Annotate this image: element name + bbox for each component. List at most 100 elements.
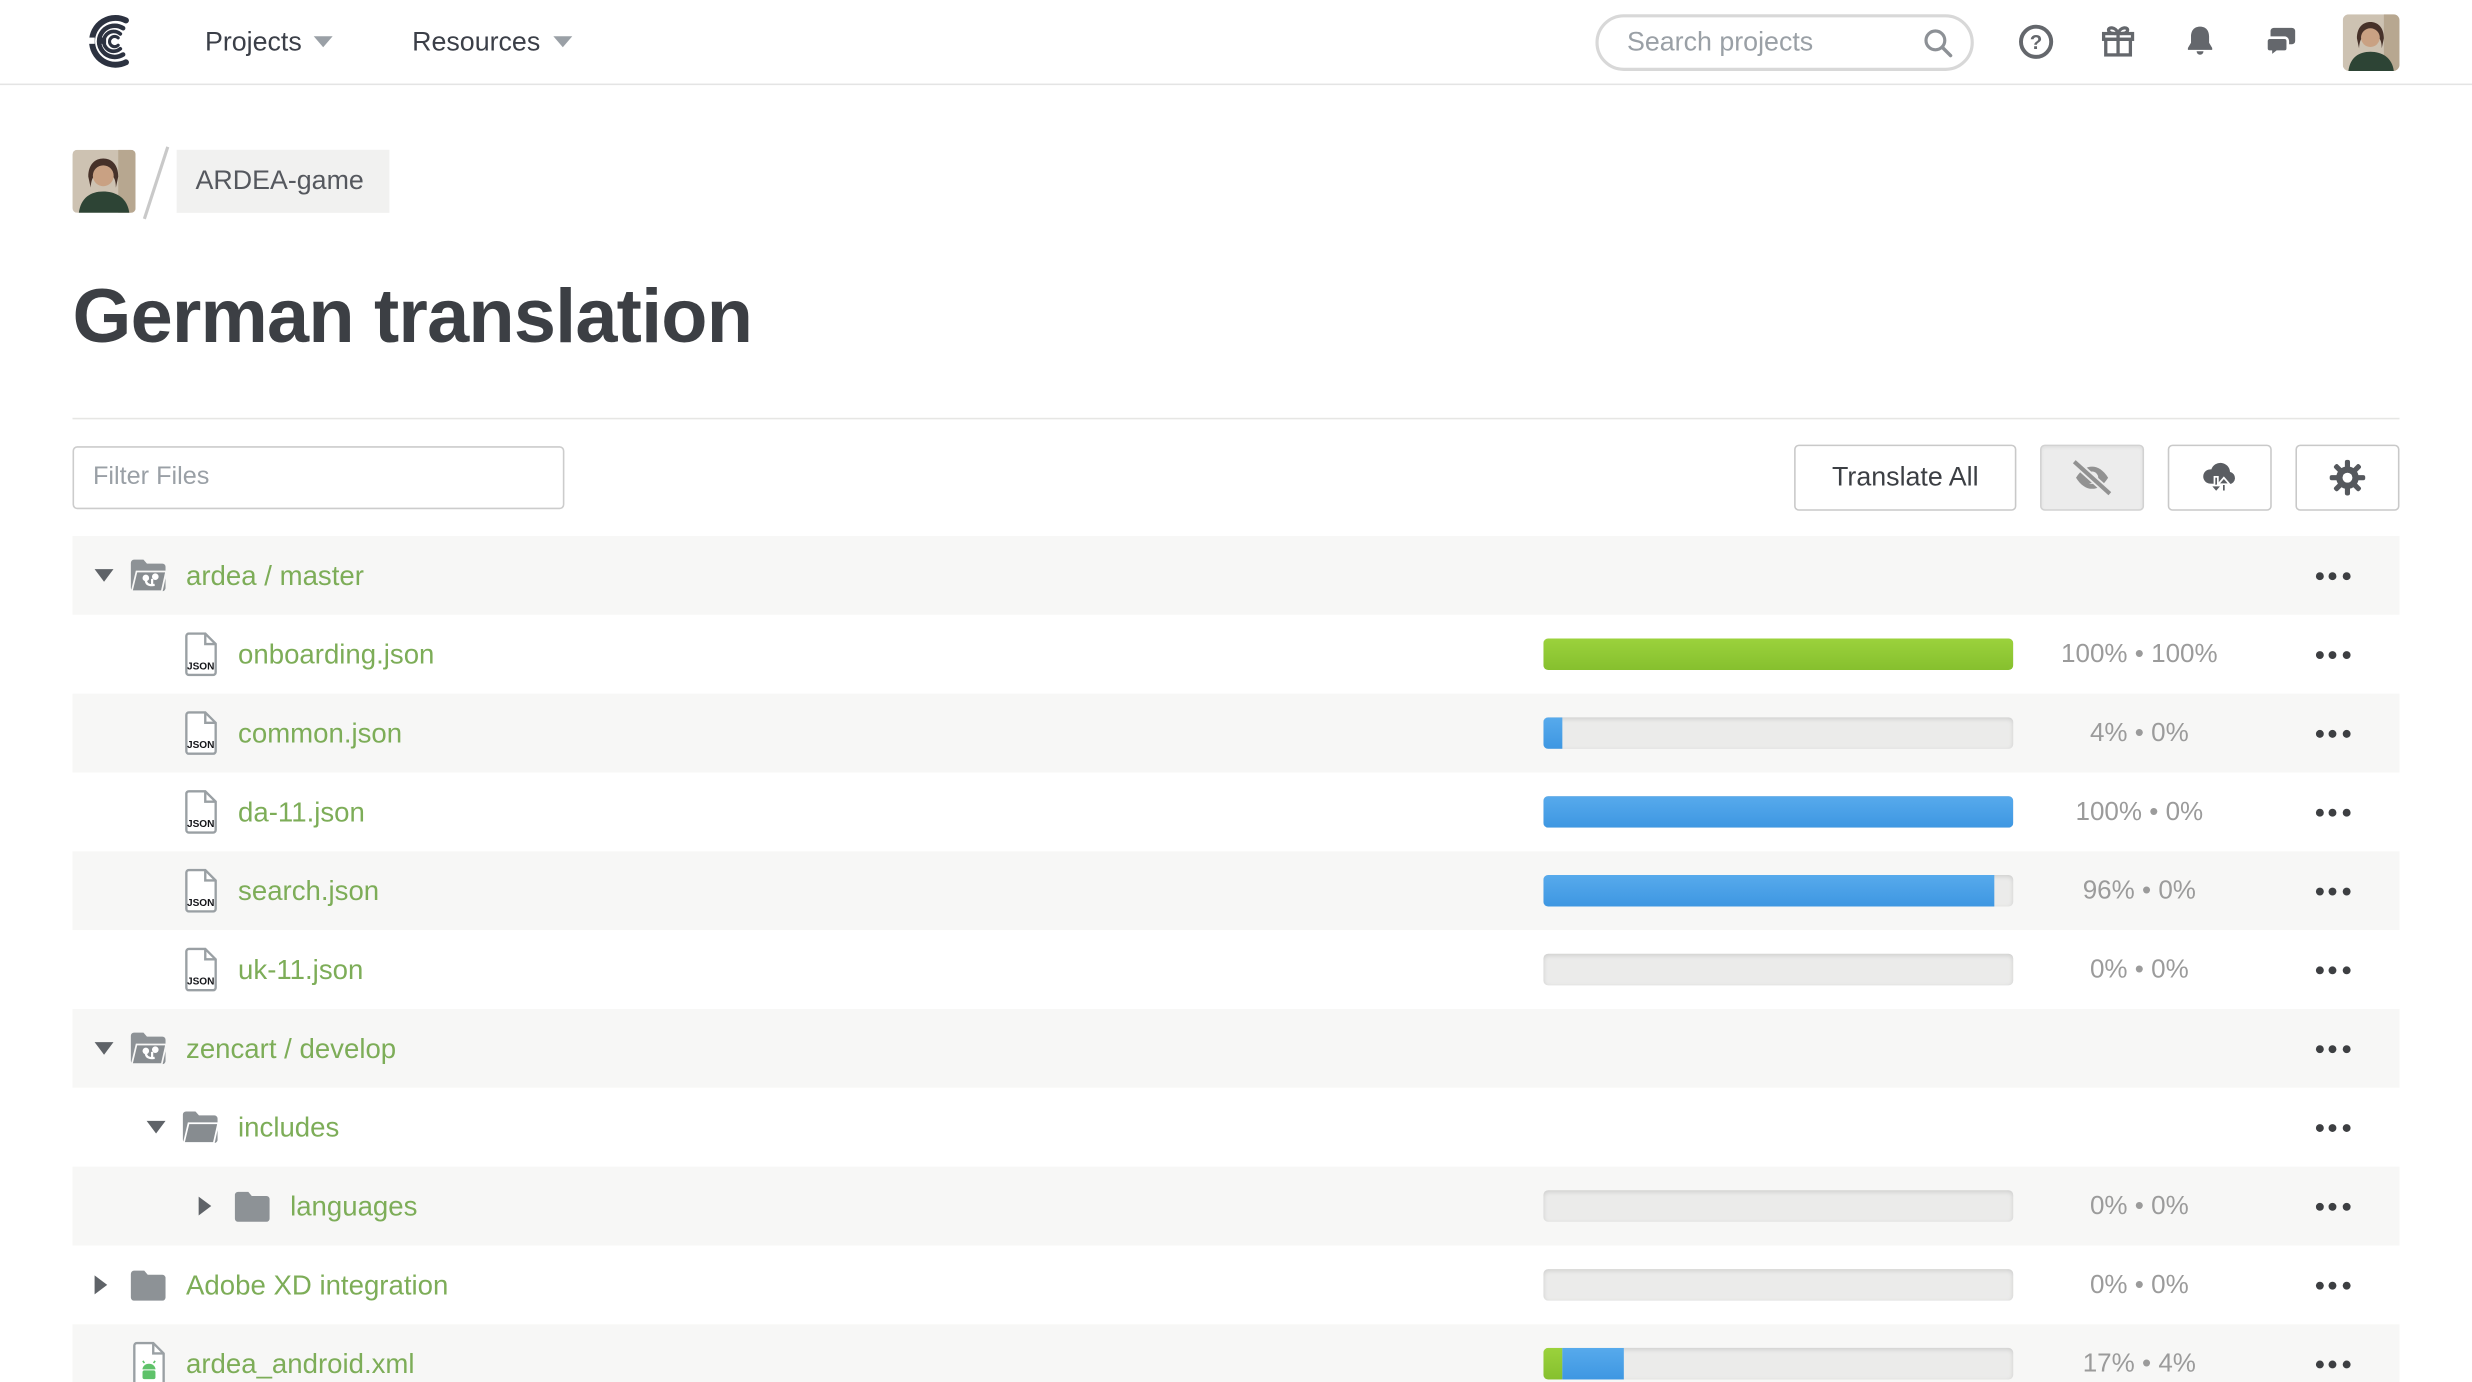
menu-resources[interactable]: Resources [412, 26, 572, 58]
icon-box: JSON [178, 632, 222, 676]
file-name-link[interactable]: languages [290, 1189, 417, 1222]
translated-progress-segment [1543, 717, 1562, 749]
file-name-link[interactable]: search.json [238, 874, 379, 907]
progress-bar [1543, 875, 2013, 907]
row-menu-cell [2265, 1193, 2399, 1220]
caret-collapsed-icon[interactable] [95, 1275, 108, 1294]
ellipsis-menu-button[interactable] [2312, 1114, 2353, 1141]
android-file-icon [130, 1342, 166, 1382]
table-row[interactable]: JSON search.json 96% • 0% [73, 851, 2400, 930]
filter-files-input[interactable] [73, 446, 565, 509]
translate-all-button[interactable]: Translate All [1794, 445, 2016, 511]
icon-box: JSON [178, 947, 222, 991]
row-menu-cell [2265, 641, 2399, 668]
table-row[interactable]: ardea / master [73, 536, 2400, 615]
sync-button[interactable] [2168, 445, 2272, 511]
menu-projects[interactable]: Projects [205, 26, 333, 58]
percent-label: 0% • 0% [2013, 1191, 2265, 1221]
file-name-link[interactable]: includes [238, 1111, 339, 1144]
progress-cell [1543, 796, 2013, 828]
table-row[interactable]: ardea_android.xml 17% • 4% [73, 1324, 2400, 1382]
row-menu-cell [2265, 1114, 2399, 1141]
breadcrumb-project-name[interactable]: ARDEA-game [177, 150, 389, 213]
bell-icon[interactable] [2179, 21, 2220, 62]
progress-cell [1543, 717, 2013, 749]
percent-label: 100% • 100% [2013, 639, 2265, 669]
topbar-right-group: ? [1595, 13, 2399, 70]
ellipsis-menu-button[interactable] [2312, 1271, 2353, 1298]
table-row[interactable]: includes [73, 1088, 2400, 1167]
percent-label: 17% • 4% [2013, 1349, 2265, 1379]
ellipsis-menu-button[interactable] [2312, 877, 2353, 904]
file-name-link[interactable]: common.json [238, 717, 402, 750]
percent-label: 0% • 0% [2013, 955, 2265, 985]
search-icon[interactable] [1920, 24, 1955, 59]
help-icon[interactable]: ? [2015, 21, 2056, 62]
ellipsis-menu-button[interactable] [2312, 1350, 2353, 1377]
ellipsis-menu-button[interactable] [2312, 1035, 2353, 1062]
table-row[interactable]: Adobe XD integration 0% • 0% [73, 1245, 2400, 1324]
table-row[interactable]: JSON uk-11.json 0% • 0% [73, 930, 2400, 1009]
translated-progress-segment [1543, 875, 1994, 907]
translated-progress-segment [1562, 1348, 1623, 1380]
project-owner-avatar [73, 150, 136, 213]
file-name-link[interactable]: ardea_android.xml [186, 1347, 415, 1380]
ellipsis-menu-button[interactable] [2312, 720, 2353, 747]
closed-folder-icon [232, 1189, 273, 1224]
svg-text:JSON: JSON [186, 740, 213, 751]
file-table: ardea / master JSON onboarding.json 100%… [73, 536, 2400, 1382]
json-file-icon: JSON [182, 947, 218, 991]
gift-icon[interactable] [2097, 21, 2138, 62]
icon-box [178, 1110, 222, 1145]
ellipsis-menu-button[interactable] [2312, 956, 2353, 983]
approved-progress-segment [1543, 1348, 1562, 1380]
cloud-sync-icon [2199, 457, 2240, 498]
table-row[interactable]: JSON da-11.json 100% • 0% [73, 773, 2400, 852]
caret-expanded-icon[interactable] [95, 1042, 114, 1055]
project-search [1595, 13, 1973, 70]
file-name-link[interactable]: da-11.json [238, 795, 365, 828]
table-row[interactable]: JSON onboarding.json 100% • 100% [73, 615, 2400, 694]
table-row[interactable]: languages 0% • 0% [73, 1167, 2400, 1246]
file-name-link[interactable]: Adobe XD integration [186, 1268, 448, 1301]
file-name-link[interactable]: zencart / develop [186, 1032, 396, 1065]
menu-projects-label: Projects [205, 26, 302, 58]
search-input[interactable] [1595, 13, 1973, 70]
settings-button[interactable] [2295, 445, 2399, 511]
file-name-link[interactable]: uk-11.json [238, 953, 363, 986]
page-title: German translation [73, 274, 2400, 361]
progress-bar [1543, 954, 2013, 986]
caret-collapsed-icon[interactable] [199, 1197, 212, 1216]
caret-expanded-icon[interactable] [147, 1121, 166, 1134]
chat-icon[interactable] [2261, 21, 2302, 62]
title-divider [73, 418, 2400, 420]
svg-text:?: ? [2029, 31, 2042, 54]
json-file-icon: JSON [182, 790, 218, 834]
percent-label: 0% • 0% [2013, 1270, 2265, 1300]
icon-box [126, 1342, 170, 1382]
progress-bar [1543, 1190, 2013, 1222]
row-menu-cell [2265, 1271, 2399, 1298]
progress-cell [1543, 638, 2013, 670]
file-name-link[interactable]: onboarding.json [238, 638, 434, 671]
page-content: ARDEA-game German translation Translate … [0, 85, 2472, 1382]
table-row[interactable]: JSON common.json 4% • 0% [73, 694, 2400, 773]
table-row[interactable]: zencart / develop [73, 1009, 2400, 1088]
ellipsis-menu-button[interactable] [2312, 641, 2353, 668]
toolbar-actions: Translate All [1794, 445, 2399, 511]
file-name-link[interactable]: ardea / master [186, 559, 364, 592]
row-menu-cell [2265, 956, 2399, 983]
user-avatar[interactable] [2343, 13, 2400, 70]
hide-completed-button[interactable] [2040, 445, 2144, 511]
json-file-icon: JSON [182, 869, 218, 913]
caret-box [147, 1121, 179, 1134]
ellipsis-menu-button[interactable] [2312, 1193, 2353, 1220]
percent-label: 100% • 0% [2013, 797, 2265, 827]
ellipsis-menu-button[interactable] [2312, 562, 2353, 589]
crowdin-logo-icon[interactable] [82, 12, 139, 72]
breadcrumb[interactable]: ARDEA-game [73, 150, 390, 213]
ellipsis-menu-button[interactable] [2312, 799, 2353, 826]
progress-bar [1543, 1348, 2013, 1380]
caret-expanded-icon[interactable] [95, 569, 114, 582]
progress-cell [1543, 875, 2013, 907]
